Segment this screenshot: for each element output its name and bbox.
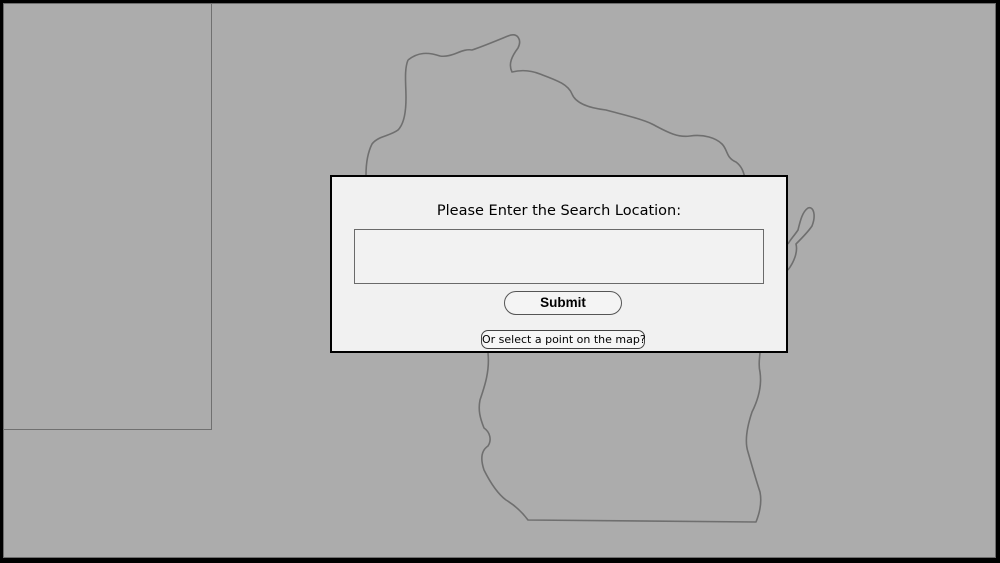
- search-dialog: Please Enter the Search Location: Submit…: [330, 175, 788, 353]
- submit-button[interactable]: Submit: [504, 291, 622, 315]
- select-point-on-map-button[interactable]: Or select a point on the map?: [481, 330, 646, 349]
- dialog-title: Please Enter the Search Location:: [436, 203, 682, 219]
- search-location-input[interactable]: [354, 229, 764, 284]
- side-panel: [3, 3, 212, 430]
